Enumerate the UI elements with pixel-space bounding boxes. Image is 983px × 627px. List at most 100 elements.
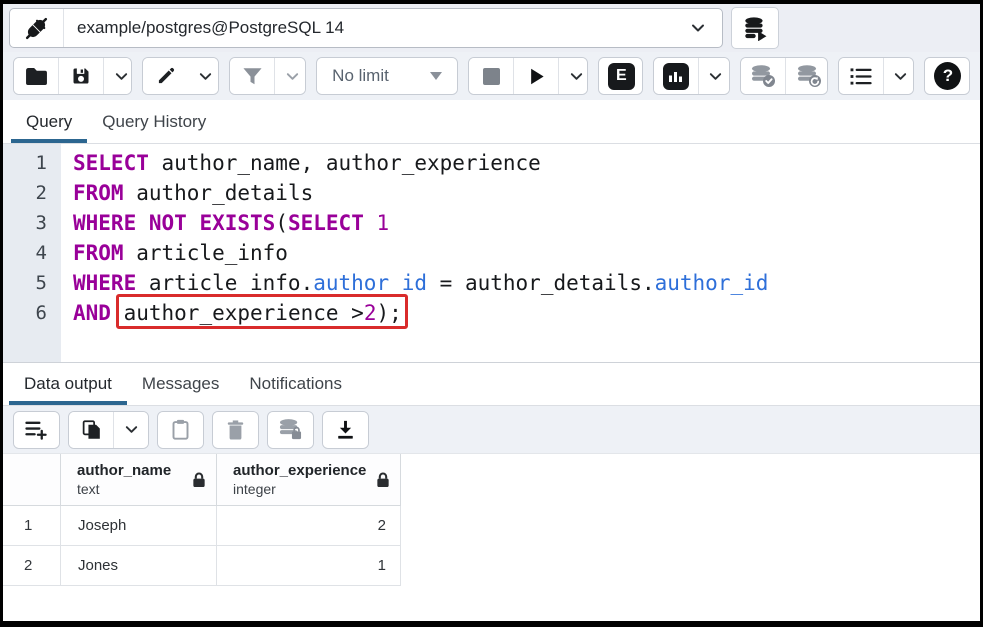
column-type: integer [233,480,366,498]
column-type: text [77,480,171,498]
save-icon [71,66,91,86]
sql-token-keyword: WHERE [73,271,136,295]
help-button[interactable]: ? [925,58,970,94]
row-number-cell[interactable]: 2 [3,546,61,586]
macros-button[interactable] [839,58,884,94]
sql-token-keyword: EXISTS [199,211,275,235]
database-rollback-icon [796,64,822,88]
tab-query-history[interactable]: Query History [87,100,221,143]
connection-bar: example/postgres@PostgreSQL 14 [3,4,980,52]
row-limit-value: No limit [332,66,389,86]
tab-data-output[interactable]: Data output [9,363,127,405]
filter-button[interactable] [230,58,275,94]
commit-button[interactable] [741,58,786,94]
delete-row-button[interactable] [213,412,258,448]
sql-token-keyword: SELECT [73,151,149,175]
sql-token-plain: author_name, author_experience [149,151,541,175]
row-limit-select[interactable]: No limit [317,58,457,94]
query-tool-window: example/postgres@PostgreSQL 14 [0,0,983,627]
save-file-button[interactable] [59,58,104,94]
pencil-icon [156,66,176,86]
save-options-button[interactable] [104,58,132,94]
column-header-author-experience[interactable]: author_experience integer [217,454,401,506]
lock-icon [192,472,206,488]
execute-options-button[interactable] [559,58,587,94]
line-number: 5 [3,268,47,298]
chevron-down-icon [285,69,300,84]
download-results-button[interactable] [323,412,368,448]
author-experience-cell[interactable]: 2 [217,506,401,546]
tab-query[interactable]: Query [11,100,87,143]
database-commit-icon [750,64,776,88]
code-line[interactable]: AND author_experience >2); [73,298,980,328]
copy-options-button[interactable] [114,412,148,448]
sql-token-number: 1 [377,211,390,235]
clipboard-icon [171,419,190,440]
save-data-changes-button[interactable] [268,412,313,448]
sql-token-keyword: AND [73,301,111,325]
sql-token-keyword: SELECT [288,211,364,235]
row-number-cell[interactable]: 1 [3,506,61,546]
macros-options-button[interactable] [884,58,915,94]
rollback-button[interactable] [786,58,827,94]
sql-token-number: 2 [364,301,377,325]
code-line[interactable]: WHERE NOT EXISTS(SELECT 1 [73,208,980,238]
sql-token-plain: article_info [124,241,288,265]
sql-token-plain: author_details [124,181,314,205]
code-line[interactable]: FROM author_details [73,178,980,208]
grid-corner-cell[interactable] [3,454,61,506]
copy-button[interactable] [69,412,114,448]
code-line[interactable]: SELECT author_name, author_experience [73,148,980,178]
sql-token-plain: article_info. [136,271,313,295]
lock-icon [376,472,390,488]
table-row[interactable]: 1Joseph2 [3,506,980,546]
result-grid: author_name text author_experience integ… [3,454,980,621]
code-line[interactable]: WHERE article_info.author_id = author_de… [73,268,980,298]
copy-icon [81,419,102,440]
execute-button[interactable] [514,58,559,94]
editor-code[interactable]: SELECT author_name, author_experienceFRO… [61,144,980,362]
author-experience-cell[interactable]: 1 [217,546,401,586]
explain-options-button[interactable] [699,58,731,94]
filter-funnel-icon [242,67,263,86]
bar-chart-icon [663,63,689,90]
folder-icon [25,67,48,86]
column-header-author-name[interactable]: author_name text [61,454,217,506]
sql-token-property: author_id [313,271,427,295]
editor-tab-bar: Query Query History [3,100,980,144]
new-connection-button[interactable] [731,7,779,49]
edit-options-button[interactable] [188,58,219,94]
tab-notifications[interactable]: Notifications [234,363,357,405]
stop-button[interactable] [469,58,514,94]
open-file-button[interactable] [14,58,59,94]
connection-selector[interactable]: example/postgres@PostgreSQL 14 [9,8,723,48]
filter-options-button[interactable] [275,58,306,94]
chevron-down-icon [124,422,139,437]
chevron-down-icon [708,69,723,84]
question-mark-icon: ? [934,62,961,90]
line-number: 1 [3,148,47,178]
numbered-list-icon [849,67,873,86]
add-row-icon [25,419,48,440]
explain-button[interactable]: E [599,58,643,94]
sql-token-plain: author_experience > [111,301,364,325]
grid-body: 1Joseph22Jones1 [3,506,980,586]
edit-button[interactable] [143,58,188,94]
code-line[interactable]: FROM article_info [73,238,980,268]
connection-label: example/postgres@PostgreSQL 14 [64,18,690,38]
author-name-cell[interactable]: Jones [61,546,217,586]
sql-editor[interactable]: 123456 SELECT author_name, author_experi… [3,144,980,362]
chevron-down-icon[interactable] [690,20,722,36]
sql-token-plain: ); [376,301,401,325]
tab-messages[interactable]: Messages [127,363,234,405]
stop-square-icon [483,68,500,85]
explain-e-icon: E [608,63,635,90]
paste-button[interactable] [158,412,203,448]
table-row[interactable]: 2Jones1 [3,546,980,586]
author-name-cell[interactable]: Joseph [61,506,217,546]
add-row-button[interactable] [14,412,59,448]
query-toolbar: No limit E [3,52,980,100]
explain-analyze-button[interactable] [654,58,699,94]
grid-header: author_name text author_experience integ… [3,454,980,506]
output-tab-bar: Data output Messages Notifications [3,362,980,406]
